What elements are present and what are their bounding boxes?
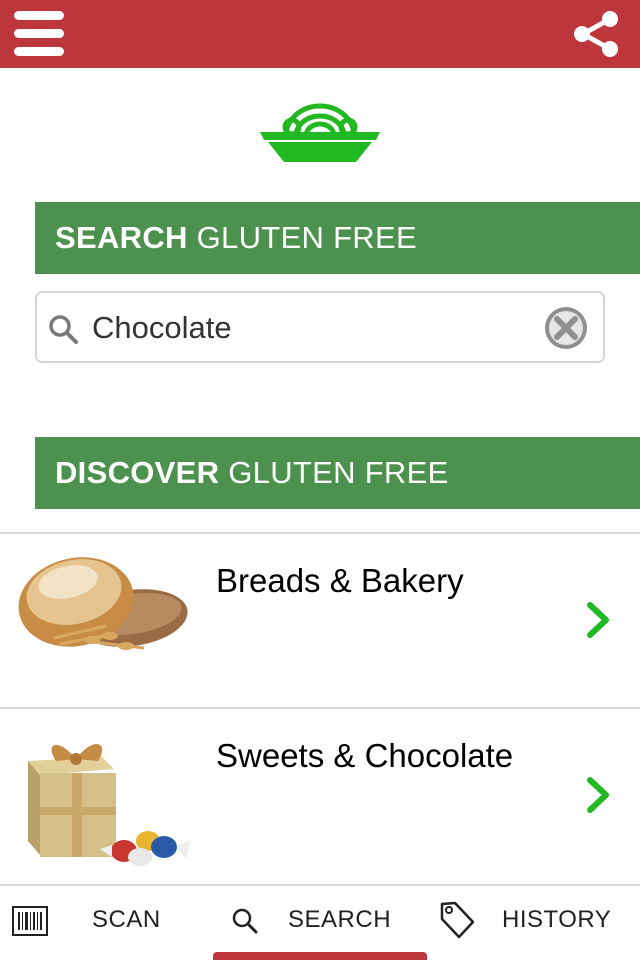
- barcode-icon: [12, 906, 48, 936]
- tab-history-label: HISTORY: [502, 906, 612, 933]
- pasta-bowl-logo: [258, 102, 382, 166]
- tab-history[interactable]: HISTORY: [427, 886, 640, 960]
- tag-icon: [440, 901, 475, 939]
- category-row-breads[interactable]: Breads & Bakery: [0, 534, 640, 708]
- discover-section-header: DISCOVER GLUTEN FREE: [35, 437, 640, 509]
- tab-scan[interactable]: SCAN: [0, 886, 200, 960]
- category-row-sweets[interactable]: Sweets & Chocolate: [0, 709, 640, 883]
- search-box: [35, 291, 605, 363]
- clear-circle-icon[interactable]: [543, 305, 589, 351]
- discover-header-rest: GLUTEN FREE: [219, 455, 449, 490]
- search-header-bold: SEARCH: [55, 220, 188, 255]
- category-label: Sweets & Chocolate: [216, 737, 514, 774]
- share-icon[interactable]: [570, 8, 622, 60]
- chevron-right-icon: [587, 777, 609, 813]
- bottom-tab-bar: SCAN SEARCH HISTORY: [0, 884, 640, 960]
- search-icon: [232, 908, 258, 934]
- search-header-rest: GLUTEN FREE: [187, 220, 417, 255]
- top-bar: [0, 0, 640, 68]
- search-section-header: SEARCH GLUTEN FREE: [35, 202, 640, 274]
- tab-scan-label: SCAN: [92, 906, 161, 933]
- search-input[interactable]: [92, 301, 532, 355]
- category-label: Breads & Bakery: [216, 562, 464, 599]
- discover-header-bold: DISCOVER: [55, 455, 220, 490]
- chocolate-gift-box-image: [14, 717, 194, 867]
- bread-loaf-image: [14, 542, 194, 692]
- chevron-right-icon: [587, 602, 609, 638]
- tab-search[interactable]: SEARCH: [213, 886, 427, 960]
- hamburger-menu-icon[interactable]: [10, 8, 68, 60]
- tab-search-label: SEARCH: [288, 906, 392, 933]
- search-icon: [49, 315, 78, 344]
- active-tab-indicator: [213, 952, 427, 960]
